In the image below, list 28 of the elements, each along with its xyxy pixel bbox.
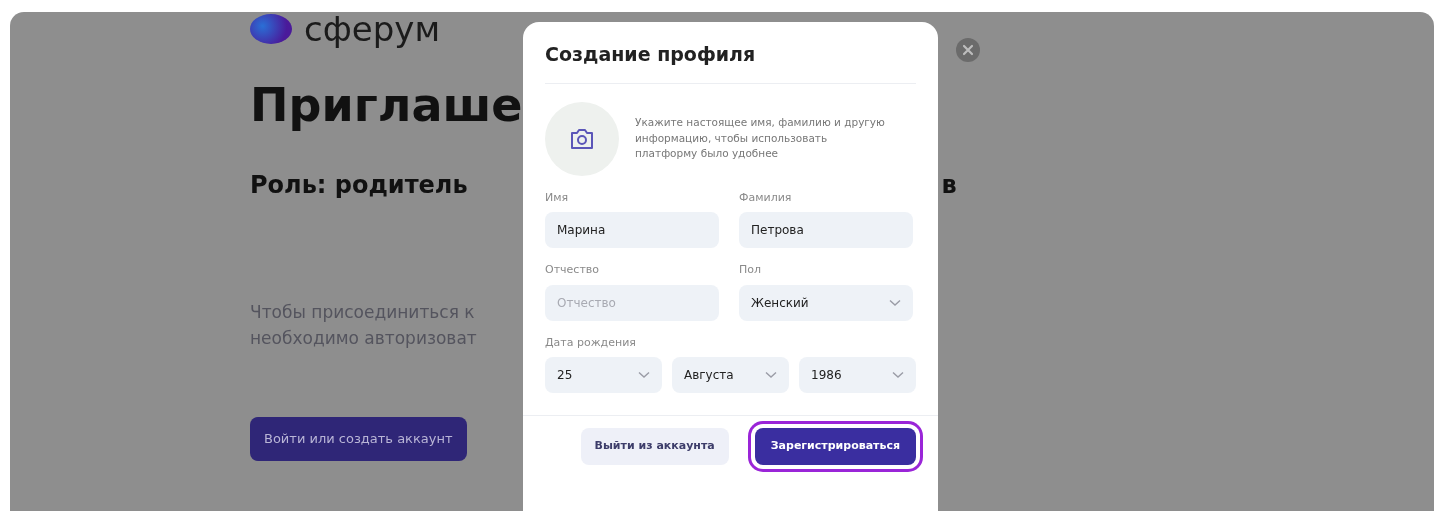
chevron-icon (765, 371, 777, 379)
close-icon[interactable] (956, 38, 980, 62)
chevron-icon (889, 298, 901, 307)
page-title: Приглаше (250, 80, 523, 131)
select-field[interactable]: 1986 (799, 357, 916, 393)
hint-text: Укажите настоящее имя, фамилию и другую информацию, чтобы использовать платформу было удобнее (635, 114, 885, 162)
logout-button[interactable]: Выйти из аккаунта (580, 428, 729, 465)
field-label: Пол (739, 262, 763, 278)
field-label: Фамилия (739, 189, 793, 206)
select-field[interactable]: 25 (545, 357, 662, 393)
camera-icon (569, 127, 595, 150)
login-button[interactable]: Войти или создать аккаунт (250, 417, 467, 461)
select-field[interactable]: Августа (672, 357, 789, 393)
logo-text: сферум (304, 12, 441, 46)
role-heading: в (941, 169, 957, 201)
input-field[interactable]: Отчество (545, 284, 719, 321)
chevron-icon (638, 371, 650, 379)
select-field[interactable]: Женский (739, 284, 913, 321)
chevron-icon (892, 371, 904, 379)
description-text: Чтобы присоединиться к необходимо авторизоват (250, 300, 477, 350)
input-field[interactable]: Петрова (739, 212, 913, 248)
role-heading: Роль: родитель (250, 169, 468, 201)
dialog-title: Создание профиля (545, 40, 916, 84)
field-label: Дата рождения (545, 334, 637, 351)
field-label: Имя (545, 189, 570, 206)
field-label: Отчество (545, 262, 600, 278)
input-field[interactable]: Марина (545, 212, 719, 248)
logo-icon (250, 14, 292, 44)
